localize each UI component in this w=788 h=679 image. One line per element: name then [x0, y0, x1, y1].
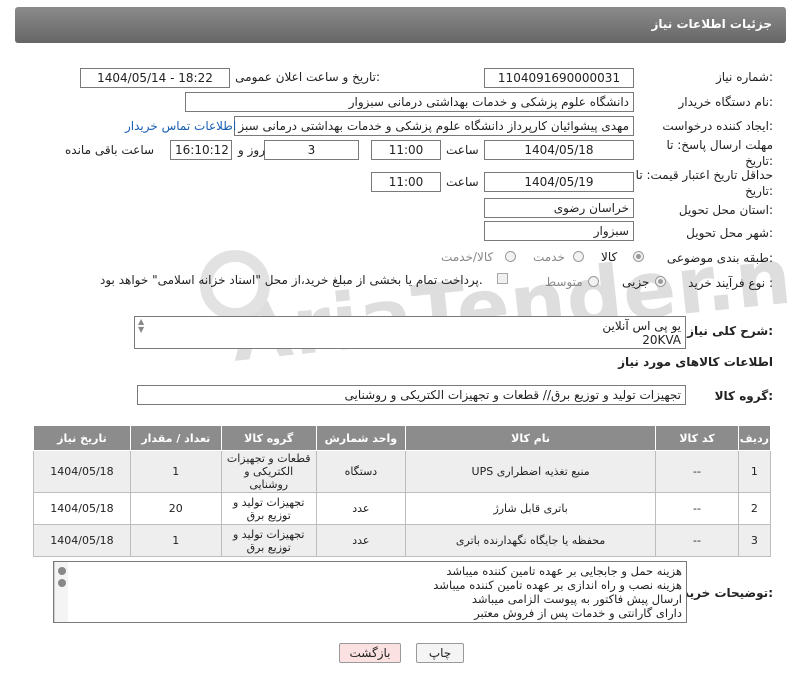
- table-header-row: ردیف کد کالا نام کالا واحد شمارش گروه کا…: [33, 425, 772, 451]
- note-line: ارسال پیش فاکتور به پیوست الزامی میباشد: [471, 592, 682, 606]
- note-line: هزینه حمل و جابجایی بر عهده تامین کننده …: [446, 564, 682, 578]
- col-date: تاریخ نیاز: [33, 425, 131, 451]
- col-code: کد کالا: [655, 425, 739, 451]
- treasury-note: پرداخت تمام یا بخشی از مبلغ خرید،از محل …: [100, 273, 483, 287]
- buyer-notes-textarea[interactable]: هزینه حمل و جابجایی بر عهده تامین کننده …: [53, 561, 687, 623]
- goods-group-label: گروه کالا:: [714, 389, 773, 403]
- process-partial-radio[interactable]: [655, 276, 666, 287]
- cell-date: 1404/05/18: [33, 524, 131, 557]
- cell-code: --: [655, 492, 739, 525]
- cell-group: تجهیزات تولید و توزیع برق: [220, 524, 317, 557]
- price-time-label: ساعت: [446, 175, 479, 189]
- page-title: جزئیات اطلاعات نیاز: [651, 17, 772, 31]
- price-validity-label: حداقل تاریخ اعتبار قیمت: تا تاریخ:: [635, 168, 773, 198]
- price-validity-time: 11:00: [371, 172, 441, 192]
- requester-field: مهدی پیشوائیان کارپرداز دانشگاه علوم پزش…: [234, 116, 634, 136]
- cell-unit: دستگاه: [315, 450, 407, 493]
- process-medium-radio[interactable]: [588, 276, 599, 287]
- treasury-checkbox[interactable]: [497, 273, 508, 284]
- reply-time-label: ساعت: [446, 143, 479, 157]
- city-label: شهر محل تحویل:: [686, 226, 773, 240]
- cell-code: --: [655, 524, 739, 557]
- col-row: ردیف: [737, 425, 772, 451]
- need-number-field: 1104091690000031: [484, 68, 634, 88]
- cell-unit: عدد: [315, 524, 407, 557]
- announce-label: تاریخ و ساعت اعلان عمومی:: [235, 70, 380, 84]
- items-table: ردیف کد کالا نام کالا واحد شمارش گروه کا…: [33, 425, 772, 557]
- requester-label: ایجاد کننده درخواست:: [662, 119, 773, 133]
- cell-row: 2: [737, 492, 772, 525]
- reply-deadline-date: 1404/05/18: [484, 140, 634, 160]
- cell-code: --: [655, 450, 739, 493]
- cell-row: 3: [737, 524, 772, 557]
- goods-section-title: اطلاعات کالاهای مورد نیاز: [618, 355, 773, 369]
- cell-qty: 1: [129, 450, 222, 493]
- province-field: خراسان رضوی: [484, 198, 634, 218]
- days-label: روز و: [238, 143, 265, 157]
- category-goods-label: کالا: [601, 250, 618, 264]
- cell-name: محفظه یا جایگاه نگهدارنده باتری: [405, 524, 657, 557]
- goods-group-field: تجهیزات تولید و توزیع برق// قطعات و تجهی…: [137, 385, 686, 405]
- cell-group: تجهیزات تولید و توزیع برق: [220, 492, 317, 525]
- buyer-contact-link[interactable]: اطلاعات تماس خریدار: [125, 119, 236, 133]
- remaining-time: 16:10:12: [170, 140, 232, 160]
- description-line-1: یو پی اس آنلاین: [602, 319, 681, 333]
- note-line: دارای گارانتی و خدمات پس از فروش معتبر: [474, 606, 682, 620]
- buyer-org-field: دانشگاه علوم پزشکی و خدمات بهداشتی درمان…: [185, 92, 634, 112]
- description-label: شرح کلی نیاز:: [687, 324, 773, 338]
- reply-deadline-time: 11:00: [371, 140, 441, 160]
- category-label: طبقه بندی موضوعی:: [666, 251, 773, 265]
- notes-scrollbar[interactable]: [54, 562, 68, 622]
- col-qty: تعداد / مقدار: [129, 425, 222, 451]
- description-line-2: 20KVA: [642, 333, 681, 347]
- reply-deadline-label: مهلت ارسال پاسخ: تا تاریخ:: [666, 138, 773, 168]
- page-header: جزئیات اطلاعات نیاز: [15, 7, 786, 43]
- remaining-label: ساعت باقی مانده: [65, 143, 155, 157]
- table-row[interactable]: 3 -- محفظه یا جایگاه نگهدارنده باتری عدد…: [33, 524, 772, 557]
- table-row[interactable]: 1 -- منبع تغذیه اضطراری UPS دستگاه قطعات…: [33, 450, 772, 493]
- process-medium-label: متوسط: [545, 275, 583, 289]
- buyer-org-label: نام دستگاه خریدار:: [678, 95, 774, 109]
- col-unit: واحد شمارش: [315, 425, 407, 451]
- category-service-label: خدمت: [533, 250, 565, 264]
- scroll-dot-icon: [57, 579, 66, 587]
- table-row[interactable]: 2 -- باتری قابل شارژ عدد تجهیزات تولید و…: [33, 492, 772, 525]
- description-scroll-icon[interactable]: ▲ ▼: [138, 318, 144, 334]
- announce-field: 1404/05/14 - 18:22: [80, 68, 230, 88]
- scroll-dot-icon: [57, 567, 66, 575]
- category-service-radio[interactable]: [573, 251, 584, 262]
- cell-qty: 1: [129, 524, 222, 557]
- cell-date: 1404/05/18: [33, 492, 131, 525]
- cell-name: باتری قابل شارژ: [405, 492, 657, 525]
- description-textarea[interactable]: یو پی اس آنلاین 20KVA: [134, 316, 686, 349]
- cell-row: 1: [737, 450, 772, 493]
- city-field: سبزوار: [484, 221, 634, 241]
- category-goods-radio[interactable]: [633, 251, 644, 262]
- category-both-radio[interactable]: [505, 251, 516, 262]
- cell-date: 1404/05/18: [33, 450, 131, 493]
- back-button[interactable]: بازگشت: [339, 643, 401, 663]
- province-label: استان محل تحویل:: [678, 203, 773, 217]
- process-partial-label: جزیی: [622, 275, 650, 289]
- cell-name: منبع تغذیه اضطراری UPS: [405, 450, 657, 493]
- category-both-label: کالا/خدمت: [441, 250, 494, 264]
- remaining-days: 3: [264, 140, 359, 160]
- price-validity-date: 1404/05/19: [484, 172, 634, 192]
- col-name: نام کالا: [405, 425, 657, 451]
- cell-unit: عدد: [315, 492, 407, 525]
- cell-qty: 20: [129, 492, 222, 525]
- note-line: هزینه نصب و راه اندازی بر عهده تامین کنن…: [433, 578, 682, 592]
- print-button[interactable]: چاپ: [416, 643, 464, 663]
- col-group: گروه کالا: [220, 425, 317, 451]
- process-label: نوع فرآیند خرید :: [688, 276, 773, 290]
- need-number-label: شماره نیاز:: [715, 70, 773, 84]
- cell-group: قطعات و تجهیزات الکتریکی و روشنایی: [220, 450, 317, 493]
